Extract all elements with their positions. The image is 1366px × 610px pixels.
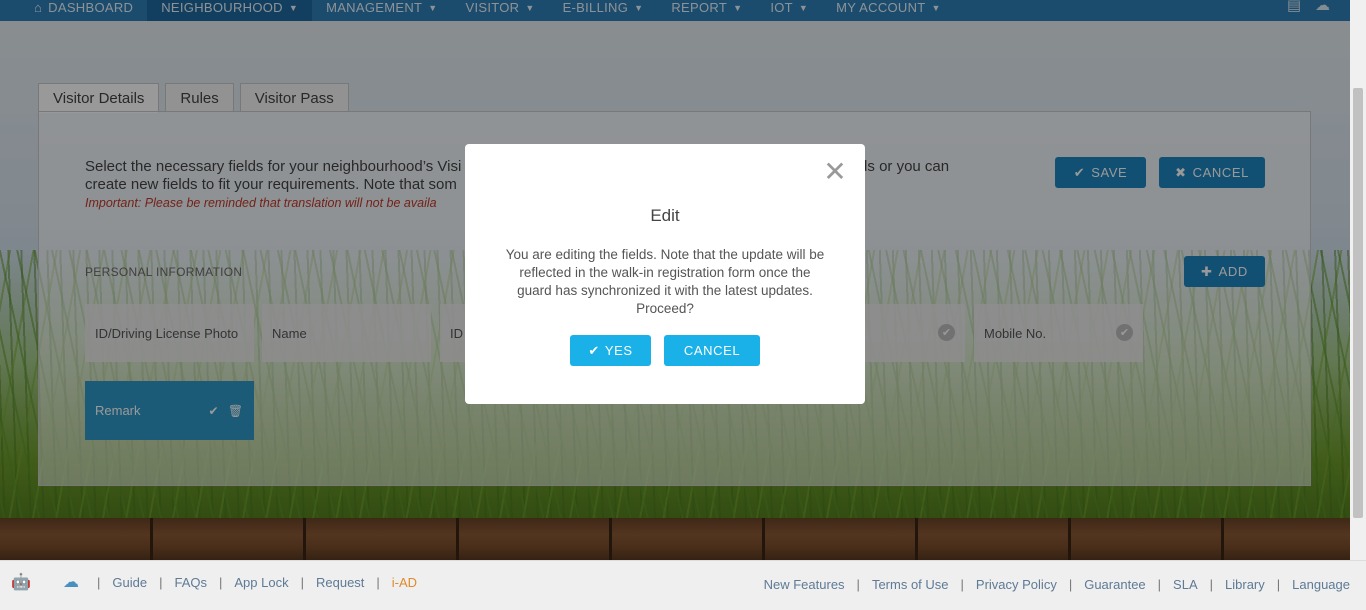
footer-link-i-ad[interactable]: i-AD bbox=[392, 575, 417, 590]
scrollbar-thumb[interactable] bbox=[1353, 88, 1363, 518]
footer-link-privacy[interactable]: Privacy Policy bbox=[976, 577, 1057, 592]
android-icon[interactable]: 🤖 bbox=[10, 571, 32, 593]
footer-link-app-lock[interactable]: App Lock bbox=[234, 575, 288, 590]
footer-link-language[interactable]: Language bbox=[1292, 577, 1350, 592]
check-icon: ✔ bbox=[588, 342, 600, 358]
apple-icon[interactable] bbox=[35, 571, 57, 593]
dialog-cancel-button[interactable]: CANCEL bbox=[664, 335, 760, 366]
footer-link-guide[interactable]: Guide bbox=[112, 575, 147, 590]
footer-link-faqs[interactable]: FAQs bbox=[174, 575, 207, 590]
vertical-scrollbar[interactable] bbox=[1350, 0, 1366, 560]
footer-link-request[interactable]: Request bbox=[316, 575, 364, 590]
dialog-title: Edit bbox=[650, 206, 680, 225]
yes-button[interactable]: ✔ YES bbox=[570, 335, 651, 366]
cloud-icon[interactable]: ☁ bbox=[60, 571, 82, 593]
footer-link-guarantee[interactable]: Guarantee bbox=[1084, 577, 1145, 592]
footer-link-library[interactable]: Library bbox=[1225, 577, 1265, 592]
footer-link-new-features[interactable]: New Features bbox=[764, 577, 845, 592]
footer-link-terms[interactable]: Terms of Use bbox=[872, 577, 949, 592]
edit-dialog: ✕ Edit You are editing the fields. Note … bbox=[465, 144, 865, 404]
footer-link-sla[interactable]: SLA bbox=[1173, 577, 1198, 592]
dialog-message: You are editing the fields. Note that th… bbox=[505, 247, 825, 316]
footer: 🤖 ☁ | Guide | FAQs | App Lock | Request … bbox=[0, 560, 1366, 610]
close-icon[interactable]: ✕ bbox=[823, 158, 847, 186]
